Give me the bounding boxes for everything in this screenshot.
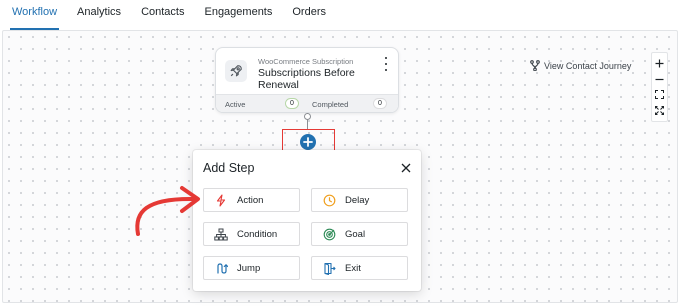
tab-workflow[interactable]: Workflow (2, 6, 67, 30)
active-label: Active (225, 100, 246, 109)
step-action-button[interactable]: Action (203, 188, 300, 212)
step-goal-label: Goal (345, 228, 366, 240)
completed-count-badge: 0 (373, 98, 387, 109)
plus-icon (303, 137, 313, 147)
trigger-category: WooCommerce Subscription (258, 57, 354, 66)
step-delay-button[interactable]: Delay (311, 188, 408, 212)
fullscreen-icon[interactable] (654, 104, 666, 116)
trigger-stats: Active 0 Completed 0 (216, 94, 398, 112)
completed-label: Completed (312, 100, 349, 109)
add-step-button[interactable] (300, 134, 316, 150)
tab-bar: Workflow Analytics Contacts Engagements … (0, 0, 680, 30)
more-options-icon[interactable] (383, 57, 389, 71)
step-jump-label: Jump (237, 262, 261, 274)
zoom-out-icon[interactable] (654, 73, 666, 85)
trigger-title: Subscriptions Before Renewal (258, 67, 355, 91)
rocket-icon (225, 60, 247, 82)
tab-engagements[interactable]: Engagements (194, 6, 282, 30)
connector-dot (304, 113, 311, 120)
fit-view-icon[interactable] (654, 89, 666, 101)
jump-icon (214, 261, 228, 275)
step-exit-button[interactable]: Exit (311, 256, 408, 280)
close-icon[interactable] (401, 163, 411, 173)
tab-contacts[interactable]: Contacts (131, 6, 194, 30)
trigger-card[interactable]: WooCommerce Subscription Subscriptions B… (215, 47, 399, 113)
hierarchy-icon (214, 227, 228, 241)
step-exit-label: Exit (345, 262, 361, 274)
clock-icon (322, 193, 336, 207)
view-contact-journey-link[interactable]: View Contact Journey (530, 60, 631, 71)
step-condition-label: Condition (237, 228, 278, 240)
annotation-arrow (135, 186, 200, 236)
step-goal-button[interactable]: Goal (311, 222, 408, 246)
zoom-controls (651, 52, 668, 122)
step-condition-button[interactable]: Condition (203, 222, 300, 246)
target-icon (322, 227, 336, 241)
lightning-icon (214, 193, 228, 207)
tab-orders[interactable]: Orders (282, 6, 336, 30)
step-delay-label: Delay (345, 194, 370, 206)
add-step-panel: Add Step Action Delay Condition Goal Jum… (193, 150, 421, 291)
fork-icon (530, 60, 540, 71)
tab-analytics[interactable]: Analytics (67, 6, 131, 30)
step-action-label: Action (237, 194, 264, 206)
add-step-title: Add Step (203, 161, 255, 175)
view-contact-journey-label: View Contact Journey (544, 60, 632, 71)
zoom-in-icon[interactable] (654, 58, 666, 70)
active-count-badge: 0 (285, 98, 299, 109)
step-jump-button[interactable]: Jump (203, 256, 300, 280)
exit-icon (322, 261, 336, 275)
